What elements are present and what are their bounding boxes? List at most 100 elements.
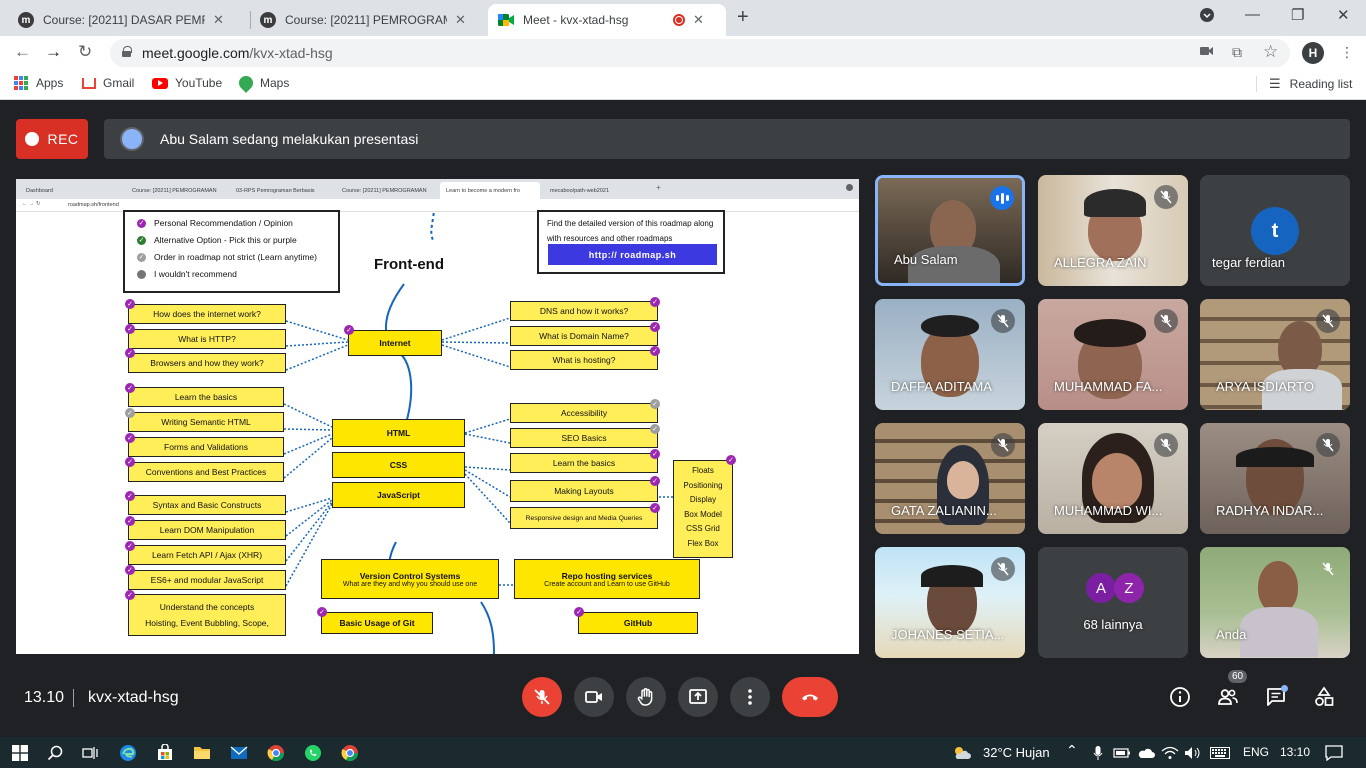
edge-icon[interactable]	[118, 743, 138, 763]
participant-tile[interactable]: DAFFA ADITAMA	[875, 299, 1025, 410]
search-icon[interactable]	[45, 743, 65, 763]
participant-body	[1240, 607, 1318, 657]
meeting-time: 13.10	[24, 689, 65, 706]
input-language[interactable]: ENG	[1243, 745, 1269, 759]
legend-text: I wouldn't recommend	[154, 269, 237, 279]
roadmap-legend: ✓ Personal Recommendation / Opinion ✓ Al…	[123, 210, 340, 293]
roadmap-title: Front-end	[374, 256, 444, 273]
volume-icon[interactable]	[1183, 743, 1203, 763]
participant-tile[interactable]: GATA ZALIANIN...	[875, 423, 1025, 534]
weather-text[interactable]: 32°C Hujan	[983, 745, 1050, 760]
leave-call-button[interactable]	[782, 677, 838, 717]
tab-search-icon[interactable]	[1200, 8, 1214, 26]
participant-hair	[921, 315, 979, 337]
raise-hand-button[interactable]	[626, 677, 666, 717]
onedrive-icon[interactable]	[1136, 743, 1156, 763]
more-participants-tile[interactable]: A Z 68 lainnya	[1038, 547, 1188, 658]
store-icon[interactable]	[155, 743, 175, 763]
bookmark-youtube[interactable]: YouTube	[152, 76, 222, 90]
bookmark-gmail[interactable]: Gmail	[82, 76, 134, 90]
more-options-button[interactable]	[730, 677, 770, 717]
recording-button[interactable]: REC	[16, 119, 88, 159]
check-purple-icon: ✓	[125, 516, 135, 526]
legend-row: I wouldn't recommend	[137, 269, 237, 279]
camera-icon[interactable]	[1200, 44, 1214, 60]
browser-tab-course-pemrograman[interactable]: m Course: [20211] PEMROGRAMAN ✕	[250, 4, 488, 36]
keyboard-icon[interactable]	[1210, 743, 1230, 763]
participant-tile[interactable]: MUHAMMAD FA...	[1038, 299, 1188, 410]
layout-item: Box Model	[684, 509, 722, 519]
taskbar-clock[interactable]: 13:10	[1280, 745, 1310, 759]
mail-icon[interactable]	[229, 743, 249, 763]
new-tab-button[interactable]: +	[737, 6, 749, 29]
shared-tab: mecaboo/path-web2021	[550, 187, 610, 194]
participant-tile[interactable]: RADHYA INDAR...	[1200, 423, 1350, 534]
close-tab-icon[interactable]: ✕	[693, 12, 704, 28]
layout-item: Floats	[692, 466, 714, 475]
participant-tile[interactable]: JOHANES SETIA...	[875, 547, 1025, 658]
mic-toggle-button[interactable]	[522, 677, 562, 717]
reading-list-button[interactable]: ☰ Reading list	[1256, 76, 1352, 92]
activities-button[interactable]	[1312, 685, 1336, 709]
participant-tile[interactable]: ARYA ISDIARTO	[1200, 299, 1350, 410]
chrome-icon[interactable]	[266, 743, 286, 763]
tray-chevron-icon[interactable]: ⌃	[1066, 742, 1078, 759]
open-external-icon[interactable]: ⧉	[1232, 44, 1242, 61]
people-button[interactable]	[1216, 685, 1240, 709]
participant-tile[interactable]: Abu Salam	[875, 175, 1025, 286]
check-purple-icon: ✓	[317, 607, 327, 617]
self-tile[interactable]: Anda	[1200, 547, 1350, 658]
participant-tile[interactable]: ALLEGRA ZAIN	[1038, 175, 1188, 286]
tab-title: Course: [20211] DASAR PEMROGRAMAN	[43, 13, 205, 27]
layout-item: Positioning	[683, 480, 723, 490]
layout-item: CSS Grid	[686, 524, 720, 533]
meeting-details-button[interactable]	[1168, 685, 1192, 709]
close-tab-icon[interactable]: ✕	[213, 12, 224, 28]
check-purple-icon: ✓	[574, 607, 584, 617]
whatsapp-icon[interactable]	[303, 743, 323, 763]
close-window-icon[interactable]: ✕	[1337, 6, 1350, 24]
check-purple-icon: ✓	[125, 348, 135, 358]
participant-tile[interactable]: t tegar ferdian	[1200, 175, 1350, 286]
mic-off-icon	[1316, 433, 1340, 457]
layout-items-box: Floats Positioning Display Box Model CSS…	[673, 460, 733, 558]
present-screen-button[interactable]	[678, 677, 718, 717]
check-purple-icon: ✓	[125, 491, 135, 501]
battery-icon[interactable]	[1112, 743, 1132, 763]
weather-icon[interactable]	[952, 743, 972, 763]
hand-icon	[637, 688, 653, 706]
task-view-icon[interactable]	[80, 743, 100, 763]
browser-tab-meet[interactable]: Meet - kvx-xtad-hsg ✕	[488, 4, 726, 36]
node-left-internet: What is HTTP?	[128, 329, 286, 349]
url-input[interactable]: meet.google.com/kvx-xtad-hsg ⧉ ☆	[110, 39, 1290, 67]
participant-name: tegar ferdian	[1212, 255, 1285, 270]
restore-icon[interactable]: ❐	[1291, 6, 1304, 24]
participant-name: RADHYA INDAR...	[1216, 503, 1324, 518]
tab-title: Meet - kvx-xtad-hsg	[523, 13, 629, 27]
meet-icon	[498, 13, 514, 27]
bookmark-maps[interactable]: Maps	[236, 73, 289, 93]
participant-tile[interactable]: MUHAMMAD WI...	[1038, 423, 1188, 534]
check-purple-icon: ✓	[650, 297, 660, 307]
profile-avatar[interactable]: H	[1302, 42, 1324, 64]
camera-toggle-button[interactable]	[574, 677, 614, 717]
bookmark-apps[interactable]: Apps	[14, 76, 63, 90]
chrome-icon[interactable]	[340, 743, 360, 763]
chrome-menu-icon[interactable]: ⋮	[1340, 44, 1354, 61]
browser-tab-course-dasar[interactable]: m Course: [20211] DASAR PEMROGRAMAN ✕	[8, 4, 248, 36]
node-left-js: ES6+ and modular JavaScript	[128, 570, 286, 590]
bookmark-star-icon[interactable]: ☆	[1263, 42, 1278, 62]
node-right-html: Making Layouts	[510, 480, 658, 502]
file-explorer-icon[interactable]	[192, 743, 212, 763]
address-bar-row: ← → ↻ meet.google.com/kvx-xtad-hsg ⧉ ☆ H…	[0, 36, 1366, 70]
wifi-icon[interactable]	[1160, 743, 1180, 763]
node-javascript: JavaScript	[332, 482, 465, 508]
windows-start-icon[interactable]	[10, 743, 30, 763]
notification-center-icon[interactable]	[1324, 743, 1344, 763]
close-tab-icon[interactable]: ✕	[455, 12, 466, 28]
info-icon	[1170, 687, 1190, 707]
forward-icon[interactable]: →	[45, 42, 62, 62]
minimize-icon[interactable]: —	[1245, 6, 1260, 23]
reload-icon[interactable]: ↻	[78, 42, 92, 62]
back-icon[interactable]: ←	[14, 42, 31, 62]
